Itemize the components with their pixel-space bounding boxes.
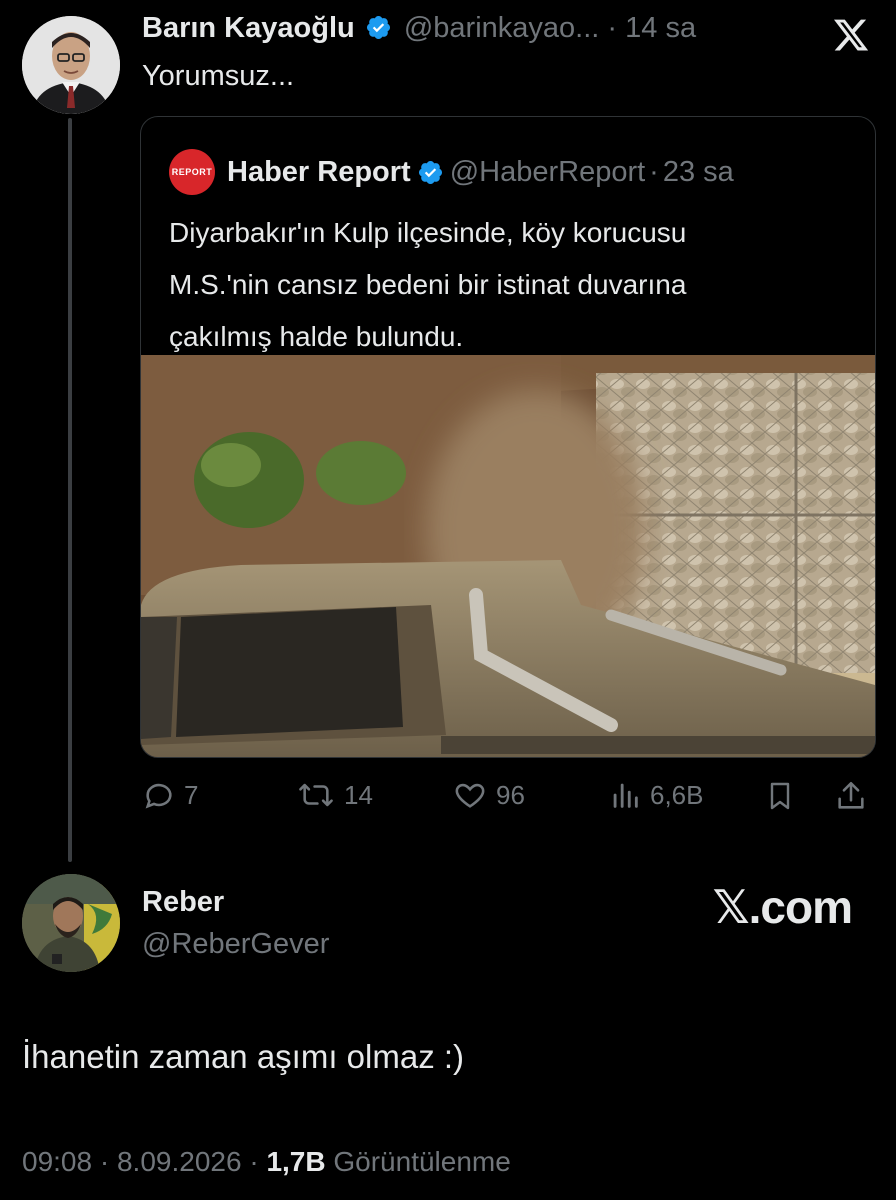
- quoted-text: Diyarbakır'ın Kulp ilçesinde, köy korucu…: [169, 207, 686, 363]
- share-action[interactable]: [834, 778, 876, 814]
- quoted-time[interactable]: 23 sa: [663, 156, 734, 189]
- dot-separator: ·: [99, 1146, 110, 1177]
- tweet-meta-views: 1,7B: [266, 1146, 326, 1177]
- views-count: 6,6B: [650, 779, 704, 810]
- logo-text: REPORT: [171, 167, 213, 177]
- x-com-watermark: 𝕏.com: [712, 880, 853, 934]
- quoted-tweet-card[interactable]: REPORT Haber Report @HaberReport · 23 sa…: [140, 116, 876, 758]
- quoted-header: REPORT Haber Report @HaberReport · 23 sa: [169, 149, 734, 195]
- haber-report-logo[interactable]: REPORT: [169, 149, 215, 195]
- tweet-time[interactable]: 14 sa: [625, 12, 696, 44]
- views-action[interactable]: 6,6B: [608, 778, 704, 812]
- bookmark-action[interactable]: [764, 778, 804, 814]
- reply-icon: [145, 783, 172, 809]
- tweet-meta: 09:08 · 8.09.2026 · 1,7B Görüntülenme: [22, 1146, 511, 1178]
- share-icon: [838, 781, 864, 809]
- reply-text: İhanetin zaman aşımı olmaz :): [22, 1038, 465, 1075]
- avatar-barin[interactable]: [22, 16, 120, 114]
- reply-action[interactable]: 7: [142, 778, 198, 812]
- retweet-count: 14: [344, 779, 373, 810]
- avatar-reber[interactable]: [22, 874, 120, 972]
- views-icon: [613, 783, 638, 808]
- quoted-text-line: M.S.'nin cansız bedeni bir istinat duvar…: [169, 269, 687, 300]
- quoted-photo[interactable]: [141, 355, 875, 757]
- tweet-text: Yorumsuz...: [142, 60, 295, 92]
- like-action[interactable]: 96: [452, 778, 525, 812]
- author-name[interactable]: Barın Kayaoğlu: [142, 12, 355, 44]
- tweet-meta-views-label: Görüntülenme: [333, 1146, 511, 1177]
- dot-separator: ·: [649, 155, 659, 188]
- dot-separator: ·: [607, 12, 618, 44]
- watermark-text: .com: [748, 881, 853, 933]
- dot-separator: ·: [249, 1146, 259, 1177]
- thread-line: [68, 118, 72, 862]
- verified-badge-icon: [366, 15, 390, 39]
- retweet-icon: [299, 783, 333, 807]
- author-handle[interactable]: @barinkayao...: [404, 12, 599, 44]
- quoted-text-line: Diyarbakır'ın Kulp ilçesinde, köy korucu…: [169, 217, 687, 248]
- bookmark-icon: [770, 782, 790, 810]
- verified-badge-icon: [418, 160, 442, 184]
- quoted-author-name[interactable]: Haber Report: [227, 156, 411, 189]
- tweet-meta-date[interactable]: 8.09.2026: [117, 1146, 242, 1177]
- like-icon: [455, 783, 485, 808]
- reply-author-name[interactable]: Reber: [142, 886, 224, 919]
- reply-count: 7: [184, 779, 199, 810]
- x-logo-icon: 𝕏: [712, 881, 750, 933]
- tweet-meta-time[interactable]: 09:08: [22, 1146, 92, 1177]
- tweet-header: Barın Kayaoğlu @barinkayao... · 14 sa: [142, 12, 696, 45]
- quoted-handle[interactable]: @HaberReport: [450, 156, 645, 189]
- retweet-action[interactable]: 14: [296, 778, 373, 812]
- like-count: 96: [496, 779, 525, 810]
- x-logo-icon: [833, 19, 869, 51]
- reply-author-handle[interactable]: @ReberGever: [142, 928, 329, 961]
